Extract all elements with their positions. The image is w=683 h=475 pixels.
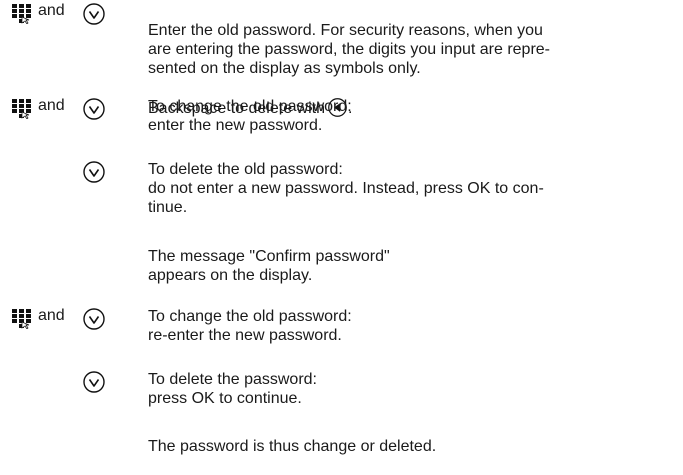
step-keys — [0, 370, 140, 400]
and-label: and — [38, 307, 65, 324]
step-keys: and — [0, 97, 140, 127]
step-description: Enter the old password. For security rea… — [148, 22, 551, 77]
keypad-icon — [12, 309, 31, 329]
ok-key-icon — [83, 3, 105, 25]
step-description: To delete the password: press OK to cont… — [148, 371, 317, 407]
keypad-icon — [12, 99, 31, 119]
ok-key-icon — [83, 308, 105, 330]
step-description: To delete the old password: do not enter… — [148, 161, 544, 216]
step-description: To change the old password: enter the ne… — [148, 98, 352, 134]
keypad-icon — [12, 4, 31, 24]
step-keys: and — [0, 307, 140, 337]
and-label: and — [38, 97, 65, 114]
step-description: The password is thus change or deleted. — [148, 438, 437, 455]
and-label: and — [38, 2, 65, 19]
step-keys: and — [0, 2, 140, 32]
ok-key-icon — [83, 98, 105, 120]
ok-key-icon — [83, 161, 105, 183]
ok-key-icon — [83, 371, 105, 393]
step-description: The message "Confirm password" appears o… — [148, 248, 390, 284]
step-keys — [0, 160, 140, 190]
step-description: To change the old password: re-enter the… — [148, 308, 352, 344]
